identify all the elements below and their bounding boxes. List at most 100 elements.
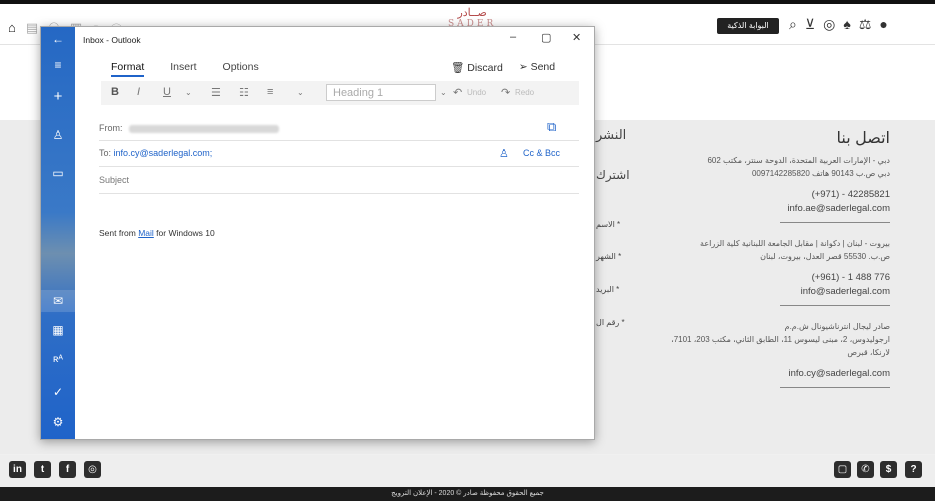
office-2-phone[interactable]: (+961) - 1 488 776 <box>620 271 890 285</box>
social-bar: in t f ◎ ▢ ✆ $ ? <box>0 455 935 487</box>
divider <box>780 305 890 306</box>
mail-link[interactable]: Mail <box>138 228 154 238</box>
redo-label[interactable]: Redo <box>515 88 534 97</box>
new-mail-icon[interactable]: + <box>41 88 75 105</box>
undo-icon[interactable]: ↶ <box>453 86 462 99</box>
from-address-redacted <box>129 124 280 133</box>
message-body[interactable]: Sent from Mail for Windows 10 <box>99 228 215 238</box>
dollar-square-icon[interactable]: $ <box>880 461 897 478</box>
office-2-address2: ص.ب. 55530 قصر العدل، بيروت، لبنان <box>760 252 890 261</box>
calendar-icon[interactable]: ▦ <box>41 323 75 337</box>
office-3-address3: لارنكا، قبرص <box>847 348 890 357</box>
home-icon[interactable]: ⌂ <box>8 20 16 39</box>
office-2-address1: بيروت - لبنان | دكوانة | مقابل الجامعة ا… <box>700 239 890 248</box>
scales-icon[interactable]: ⚖ <box>859 16 872 33</box>
tab-options[interactable]: Options <box>223 61 259 77</box>
top-right-icons: ⌕ ⊻ ◎ ♠ ⚖ ● <box>789 16 888 33</box>
divider <box>99 166 579 167</box>
settings-icon[interactable]: ⚙ <box>41 415 75 429</box>
back-arrow-icon[interactable]: ← <box>41 32 75 46</box>
contact-section: اتصل بنا دبي - الإمارات العربية المتحدة،… <box>620 128 890 394</box>
portal-button[interactable]: البوابة الذكية <box>717 18 779 34</box>
send-label: Send <box>530 61 556 73</box>
people-icon[interactable]: ʀᴬ <box>41 354 75 365</box>
send-button[interactable]: ➢ Send <box>519 61 555 74</box>
undo-label[interactable]: Undo <box>467 88 486 97</box>
partial-label-1: * الاسم <box>596 220 621 229</box>
partial-label-2: * الشهر <box>596 252 622 261</box>
italic-button[interactable]: I <box>137 86 140 98</box>
office-3-email[interactable]: info.cy@saderlegal.com <box>620 367 890 381</box>
send-icon: ➢ <box>518 61 528 73</box>
window-title: Inbox - Outlook <box>83 35 141 45</box>
bullets-button[interactable]: ☰ <box>211 86 221 99</box>
office-1-phone[interactable]: (+971) - 42285821 <box>620 188 890 202</box>
chevron-down-icon[interactable]: ⌄ <box>440 88 447 97</box>
signature-prefix: Sent from <box>99 228 139 238</box>
discard-label: Discard <box>467 62 503 74</box>
chevron-down-icon[interactable]: ⌄ <box>297 88 304 97</box>
divider <box>780 387 890 388</box>
maximize-icon[interactable]: ▢ <box>541 31 551 44</box>
logo-arabic: صــادر <box>457 6 487 19</box>
folder-icon[interactable]: ▭ <box>41 166 75 180</box>
office-1-address2: دبي ص.ب 90143 هاتف 0097142285820 <box>751 169 890 178</box>
partial-label-3: * البريد <box>596 285 620 294</box>
ribbon-tabs: Format Insert Options <box>111 61 259 77</box>
office-1-address1: دبي - الإمارات العربية المتحدة، الدوحة س… <box>707 156 890 165</box>
format-toolbar: B I U ⌄ ☰ ☷ ≡ ⌄ Heading 1 ⌄ ↶ Undo ↷ Red… <box>101 81 579 105</box>
contact-picker-icon[interactable]: ♙ <box>499 147 509 160</box>
minimize-icon[interactable]: – <box>510 31 516 43</box>
from-row[interactable]: From: ⧉ <box>99 119 579 134</box>
subject-field[interactable]: Subject <box>99 175 579 185</box>
underline-button[interactable]: U <box>163 86 171 98</box>
doc-icon[interactable]: ▤ <box>26 20 38 39</box>
user-icon[interactable]: ● <box>879 16 887 33</box>
office-1-email[interactable]: info.ae@saderlegal.com <box>620 202 890 216</box>
bell-icon[interactable]: ♠ <box>843 16 850 33</box>
divider <box>780 222 890 223</box>
cc-bcc-button[interactable]: Cc & Bcc <box>523 148 560 158</box>
from-label: From: <box>99 123 123 133</box>
divider <box>99 140 579 141</box>
todo-icon[interactable]: ✓ <box>41 385 75 399</box>
phone-square-icon[interactable]: ✆ <box>857 461 874 478</box>
chat-bubble-icon[interactable]: ◎ <box>823 16 835 33</box>
bold-button[interactable]: B <box>111 86 119 98</box>
popout-icon[interactable]: ⧉ <box>547 119 556 135</box>
to-row[interactable]: To: info.cy@saderlegal.com; ♙ Cc & Bcc <box>99 147 579 160</box>
discard-button[interactable]: 🗑︎ Discard <box>451 61 503 74</box>
help-square-icon[interactable]: ? <box>905 461 922 478</box>
facebook-icon[interactable]: f <box>59 461 76 478</box>
tab-format[interactable]: Format <box>111 61 145 77</box>
title-bar: Inbox - Outlook – ▢ ✕ <box>75 27 594 53</box>
office-3-address1: صادر ليجال انترناشيونال ش.م.م <box>784 322 890 331</box>
to-recipient[interactable]: info.cy@saderlegal.com; <box>114 148 213 158</box>
redo-icon[interactable]: ↷ <box>501 86 510 99</box>
chevron-down-icon[interactable]: ⌄ <box>185 88 192 97</box>
copyright-bar: جميع الحقوق محفوظة صادر © 2020 - الإعلان… <box>0 487 935 501</box>
mail-icon[interactable]: ✉ <box>41 290 75 312</box>
office-3-address2: ارجوليدوس، 2، مبنى ليسوس 11، الطابق الثا… <box>671 335 890 344</box>
align-button[interactable]: ≡ <box>267 86 273 98</box>
linkedin-icon[interactable]: in <box>9 461 26 478</box>
cart-icon[interactable]: ⊻ <box>805 16 815 33</box>
tab-insert[interactable]: Insert <box>170 61 196 77</box>
close-icon[interactable]: ✕ <box>572 31 581 44</box>
menu-icon[interactable]: ≡ <box>41 58 75 72</box>
account-icon[interactable]: ♙ <box>41 128 75 142</box>
contact-title: اتصل بنا <box>836 130 891 147</box>
style-select[interactable]: Heading 1 <box>326 84 436 101</box>
instagram-icon[interactable]: ◎ <box>84 461 101 478</box>
twitter-icon[interactable]: t <box>34 461 51 478</box>
office-2-email[interactable]: info@saderlegal.com <box>620 285 890 299</box>
trash-icon: 🗑︎ <box>451 62 465 74</box>
numbering-button[interactable]: ☷ <box>239 86 249 99</box>
compose-actions: 🗑︎ Discard ➢ Send <box>451 61 555 74</box>
divider <box>99 193 579 194</box>
mail-window: ← ≡ + ♙ ▭ ✉ ▦ ʀᴬ ✓ ⚙ Inbox - Outlook – ▢… <box>40 26 595 440</box>
mail-sidebar: ← ≡ + ♙ ▭ ✉ ▦ ʀᴬ ✓ ⚙ <box>41 27 75 439</box>
signature-suffix: for Windows 10 <box>153 228 215 238</box>
search-icon[interactable]: ⌕ <box>789 16 797 33</box>
chat-square-icon[interactable]: ▢ <box>834 461 851 478</box>
